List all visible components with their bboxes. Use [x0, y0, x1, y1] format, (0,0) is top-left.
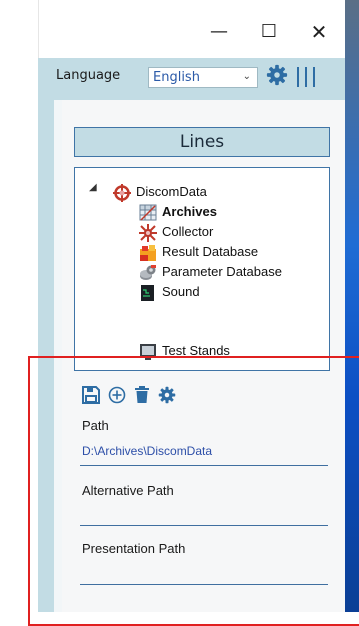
path-field-underline — [80, 465, 328, 466]
path-field[interactable]: D:\Archives\DiscomData — [82, 444, 212, 458]
alternative-path-field[interactable] — [82, 508, 330, 524]
add-circle-icon[interactable] — [108, 386, 126, 408]
title-bar — [0, 0, 345, 58]
save-icon[interactable] — [82, 386, 100, 408]
lines-tree[interactable]: ◢ DiscomData Archives Collector Result D… — [74, 167, 330, 371]
minimize-button[interactable]: — — [207, 20, 231, 44]
language-select[interactable]: English ⌄ — [148, 67, 258, 88]
path-label: Path — [82, 418, 109, 433]
discom-logo-icon — [113, 184, 131, 208]
tree-item-label: Collector — [162, 224, 214, 239]
presentation-path-label: Presentation Path — [82, 541, 186, 556]
presentation-path-underline — [80, 584, 328, 585]
tree-item-label: Archives — [162, 204, 217, 219]
alternative-path-label: Alternative Path — [82, 483, 174, 498]
gear-icon[interactable] — [266, 64, 288, 90]
language-select-value: English — [153, 70, 200, 85]
tree-item-label: Sound — [162, 284, 200, 299]
maximize-button[interactable]: ☐ — [257, 20, 281, 44]
highlight-box — [28, 356, 359, 626]
close-button[interactable]: ✕ — [307, 20, 331, 44]
lines-header[interactable]: Lines — [74, 127, 330, 157]
sound-icon — [139, 284, 157, 308]
vertical-bars-icon[interactable] — [295, 65, 317, 93]
tree-item-label: Parameter Database — [162, 264, 282, 279]
expand-arrow-icon[interactable]: ◢ — [89, 182, 97, 193]
tree-item-label: DiscomData — [136, 184, 207, 199]
language-label: Language — [56, 68, 121, 83]
presentation-path-field[interactable] — [82, 566, 330, 582]
gear-icon[interactable] — [158, 386, 176, 408]
tree-item-label: Result Database — [162, 244, 259, 259]
chevron-down-icon: ⌄ — [242, 71, 251, 82]
alternative-path-underline — [80, 525, 328, 526]
delete-icon[interactable] — [134, 386, 150, 408]
